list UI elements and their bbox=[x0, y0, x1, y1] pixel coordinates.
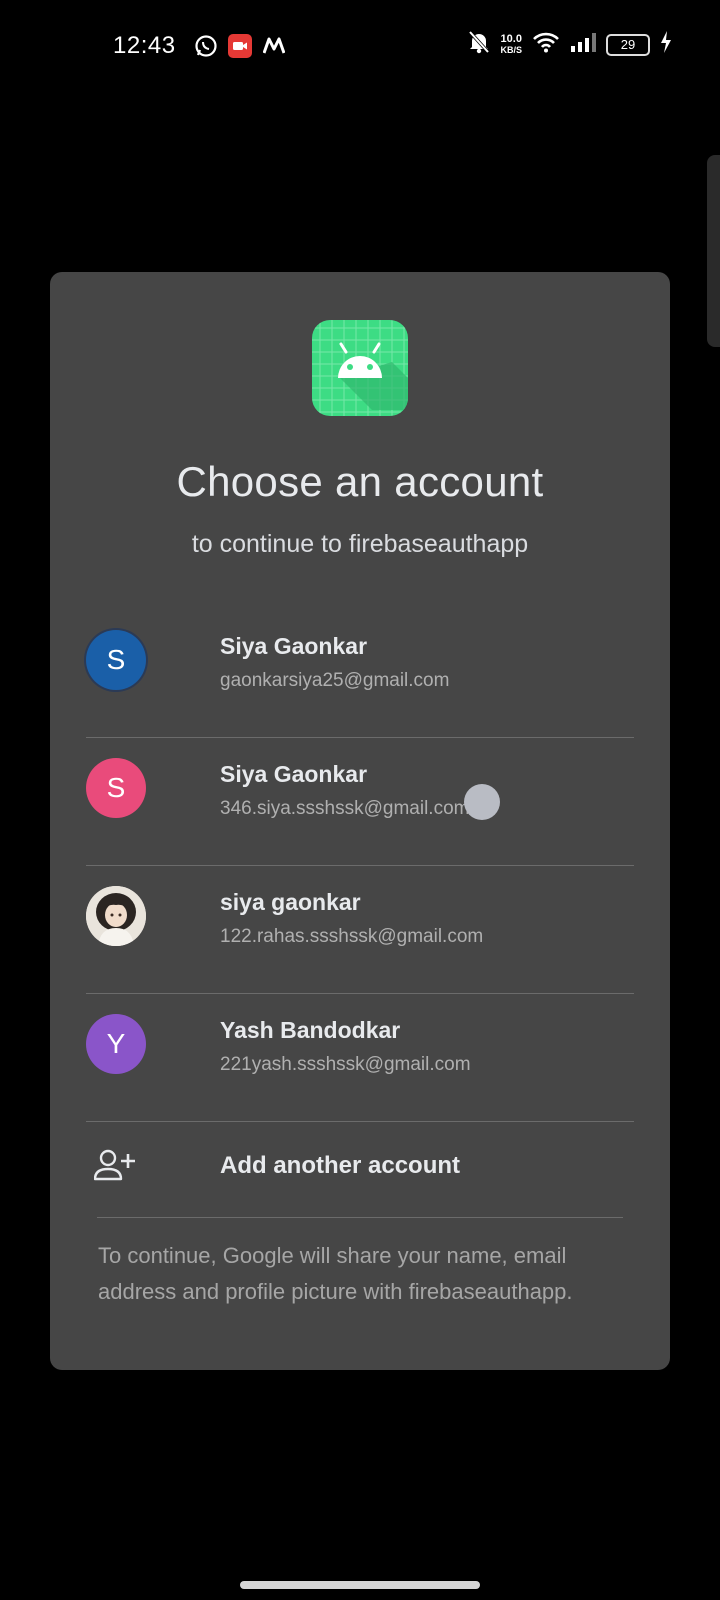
charging-icon bbox=[660, 31, 672, 58]
divider bbox=[97, 1217, 623, 1218]
account-name: Yash Bandodkar bbox=[220, 1017, 401, 1043]
home-gesture-bar[interactable] bbox=[240, 1581, 480, 1589]
status-right-group: 10.0 KB/S 29 bbox=[468, 30, 672, 59]
status-time: 12:43 bbox=[113, 32, 176, 59]
dialog-title: Choose an account bbox=[176, 458, 544, 505]
add-another-account-button[interactable]: Add another account bbox=[86, 1120, 634, 1214]
whatsapp-icon bbox=[194, 34, 218, 63]
android-app-icon bbox=[312, 320, 408, 416]
wifi-icon bbox=[532, 31, 560, 58]
account-item[interactable]: siya gaonkar 122.rahas.ssshssk@gmail.com bbox=[86, 854, 634, 980]
network-speed: 10.0 KB/S bbox=[500, 32, 522, 56]
account-name: Siya Gaonkar bbox=[220, 761, 368, 787]
battery-indicator: 29 bbox=[606, 33, 650, 56]
add-account-label: Add another account bbox=[220, 1152, 461, 1179]
app-notification-icon bbox=[262, 34, 286, 63]
account-chooser-dialog: Choose an account to continue to firebas… bbox=[50, 272, 670, 1370]
account-email: gaonkarsiya25@gmail.com bbox=[220, 670, 450, 691]
account-email: 346.siya.ssshssk@gmail.com bbox=[220, 798, 470, 819]
add-person-icon bbox=[93, 1148, 136, 1187]
account-name: Siya Gaonkar bbox=[220, 633, 368, 659]
avatar: S bbox=[86, 630, 146, 690]
account-email: 221yash.ssshssk@gmail.com bbox=[220, 1054, 471, 1075]
screen-recorder-icon bbox=[228, 34, 252, 63]
side-panel-handle[interactable] bbox=[707, 155, 720, 347]
network-speed-value: 10.0 bbox=[500, 32, 522, 45]
account-item[interactable]: S Siya Gaonkar 346.siya.ssshssk@gmail.co… bbox=[86, 726, 634, 852]
dialog-subtitle: to continue to firebaseauthapp bbox=[191, 530, 529, 558]
touch-indicator bbox=[464, 784, 500, 820]
mute-icon bbox=[468, 30, 490, 59]
network-speed-unit: KB/S bbox=[500, 44, 522, 55]
avatar: S bbox=[86, 758, 146, 818]
status-bar: 12:43 10.0 KB/S 29 bbox=[0, 0, 720, 92]
account-name: siya gaonkar bbox=[220, 889, 361, 915]
account-item[interactable]: Y Yash Bandodkar 221yash.ssshssk@gmail.c… bbox=[86, 982, 634, 1108]
avatar: Y bbox=[86, 1014, 146, 1074]
profile-photo-avatar bbox=[86, 886, 146, 946]
account-email: 122.rahas.ssshssk@gmail.com bbox=[220, 926, 484, 947]
account-item[interactable]: S Siya Gaonkar gaonkarsiya25@gmail.com bbox=[86, 598, 634, 724]
privacy-footer-text: To continue, Google will share your name… bbox=[98, 1243, 573, 1304]
signal-icon bbox=[570, 32, 596, 57]
